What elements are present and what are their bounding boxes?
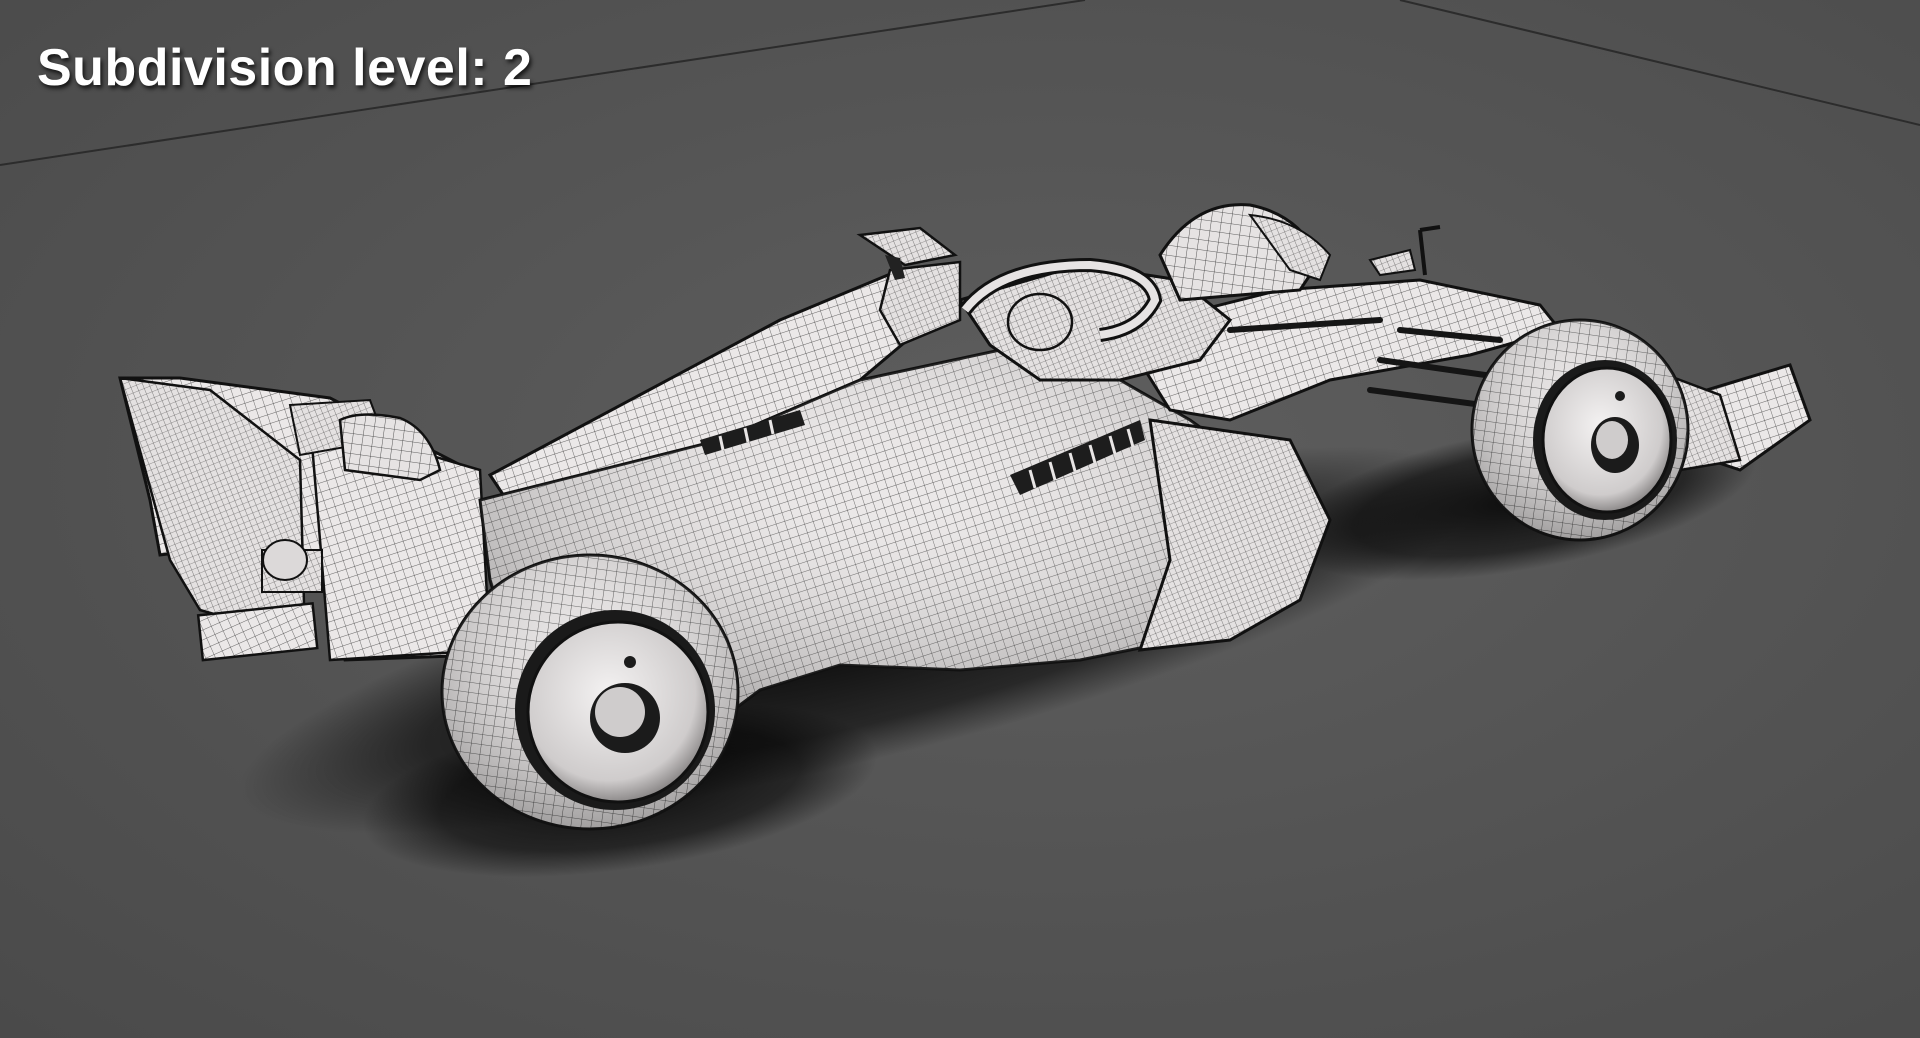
rear-tire bbox=[440, 553, 740, 831]
render-viewport: Subdivision level: 2 bbox=[0, 0, 1920, 1038]
front-tire bbox=[1470, 318, 1690, 542]
subdivision-level-label: Subdivision level: 2 bbox=[37, 39, 533, 97]
car-render-scene bbox=[0, 0, 1920, 878]
rear-wing bbox=[118, 376, 492, 662]
